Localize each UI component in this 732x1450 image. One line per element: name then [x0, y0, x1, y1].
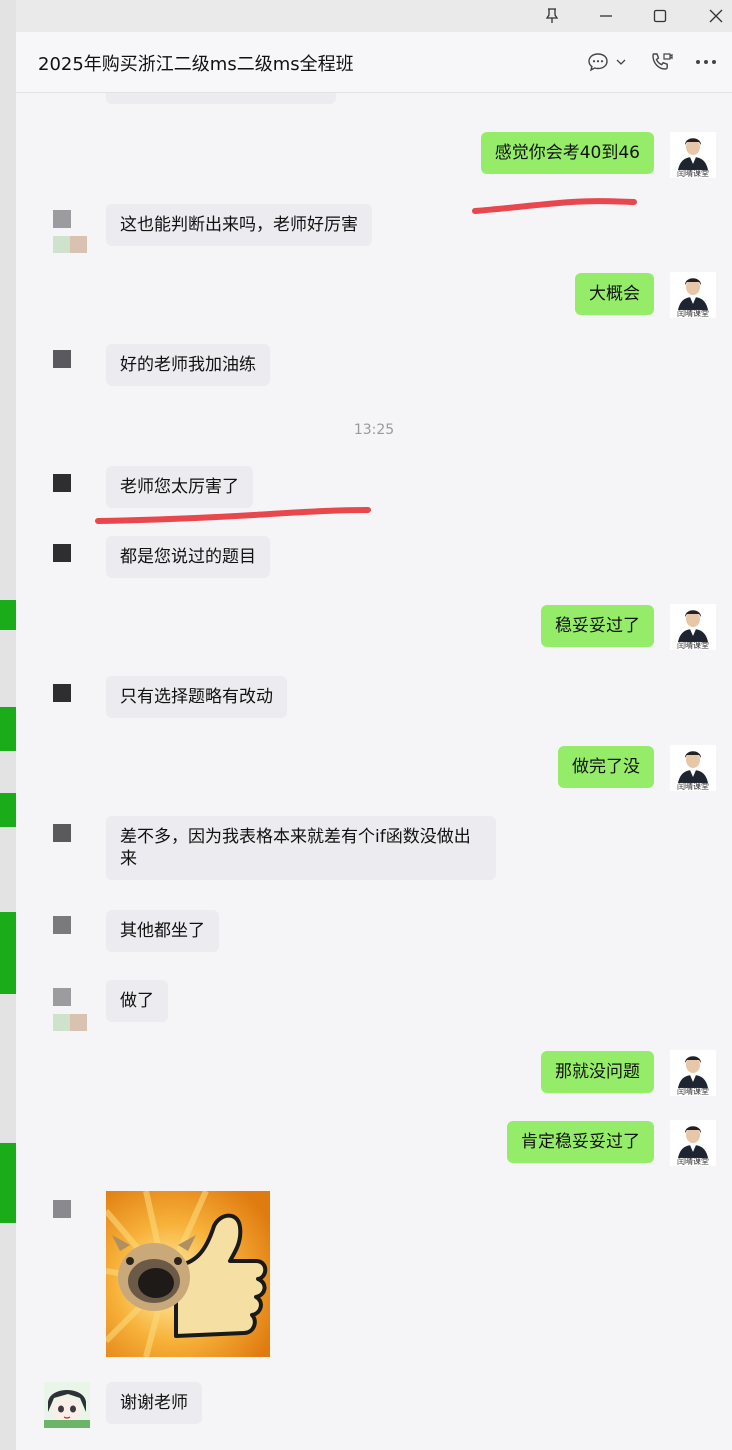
message-bubble-outgoing[interactable]: 做完了没: [558, 746, 654, 788]
avatar[interactable]: [44, 540, 90, 586]
avatar[interactable]: [44, 1382, 90, 1428]
teacher-portrait-icon: [670, 1050, 716, 1088]
teacher-portrait-icon: [670, 604, 716, 642]
avatar[interactable]: [44, 206, 90, 253]
message-bubble-outgoing[interactable]: 肯定稳妥妥过了: [507, 1121, 654, 1163]
pin-icon[interactable]: [540, 4, 564, 28]
message-bubble-incoming[interactable]: 都是您说过的题目: [106, 536, 270, 578]
background-window-strip: [0, 0, 16, 1450]
avatar[interactable]: 闰晴课堂: [670, 1050, 716, 1096]
message-bubble-outgoing[interactable]: 稳妥妥过了: [541, 605, 654, 647]
teacher-portrait-icon: [670, 132, 716, 170]
timestamp: 13:25: [353, 422, 395, 438]
avatar[interactable]: [44, 346, 90, 392]
avatar[interactable]: 闰晴课堂: [670, 604, 716, 650]
maximize-icon[interactable]: [648, 4, 672, 28]
avatar[interactable]: 闰晴课堂: [670, 272, 716, 318]
avatar[interactable]: [44, 984, 90, 1031]
message-bubble-incoming[interactable]: 老师您太厉害了: [106, 466, 253, 508]
avatar[interactable]: [44, 680, 90, 726]
chat-bubble-icon[interactable]: [586, 48, 610, 76]
window-title-bar: [16, 0, 732, 32]
avatar-caption: 闰晴课堂: [677, 641, 709, 650]
strip-accent: [0, 793, 16, 827]
avatar[interactable]: [44, 912, 90, 958]
avatar[interactable]: [44, 820, 90, 866]
avatar[interactable]: 闰晴课堂: [670, 745, 716, 791]
chevron-down-icon[interactable]: [614, 48, 628, 76]
avatar[interactable]: 闰晴课堂: [670, 1120, 716, 1166]
message-bubble-incoming[interactable]: 其他都坐了: [106, 910, 219, 952]
teacher-portrait-icon: [670, 1120, 716, 1158]
thumbs-up-dog-sticker[interactable]: [106, 1191, 270, 1357]
avatar-caption: 闰晴课堂: [677, 309, 709, 318]
chat-window: 2025年购买浙江二级ms二级ms全程班 感觉你会考40到46 闰晴课堂 这也能…: [16, 32, 732, 1450]
avatar-caption: 闰晴课堂: [677, 1087, 709, 1096]
strip-accent: [0, 1143, 16, 1223]
close-icon[interactable]: [704, 4, 728, 28]
avatar-caption: 闰晴课堂: [677, 782, 709, 791]
strip-accent: [0, 912, 16, 994]
teacher-portrait-icon: [670, 745, 716, 783]
minimize-icon[interactable]: [594, 4, 618, 28]
message-bubble-incoming[interactable]: 只有选择题略有改动: [106, 676, 287, 718]
message-bubble-incoming[interactable]: 差不多，因为我表格本来就差有个if函数没做出来: [106, 816, 496, 880]
avatar-caption: 闰晴课堂: [677, 169, 709, 178]
message-bubble-incoming[interactable]: 谢谢老师: [106, 1382, 202, 1424]
strip-accent: [0, 600, 16, 630]
avatar[interactable]: 闰晴课堂: [670, 132, 716, 178]
message-bubble-incoming[interactable]: 做了: [106, 980, 168, 1022]
red-underline: [472, 198, 637, 214]
chat-header: 2025年购买浙江二级ms二级ms全程班: [16, 32, 732, 93]
strip-accent: [0, 707, 16, 751]
avatar[interactable]: [44, 470, 90, 516]
message-bubble-outgoing[interactable]: 那就没问题: [541, 1051, 654, 1093]
more-icon[interactable]: [694, 48, 718, 76]
message-bubble-incoming[interactable]: 好的老师我加油练: [106, 344, 270, 386]
phone-icon[interactable]: [648, 48, 674, 76]
chat-title: 2025年购买浙江二级ms二级ms全程班: [38, 54, 354, 75]
avatar[interactable]: [44, 1196, 90, 1242]
teacher-portrait-icon: [670, 272, 716, 310]
message-bubble-incoming[interactable]: 这也能判断出来吗，老师好厉害: [106, 204, 372, 246]
avatar-caption: 闰晴课堂: [677, 1157, 709, 1166]
message-bubble-outgoing[interactable]: 大概会: [575, 273, 654, 315]
message-bubble-outgoing[interactable]: 感觉你会考40到46: [480, 132, 654, 174]
